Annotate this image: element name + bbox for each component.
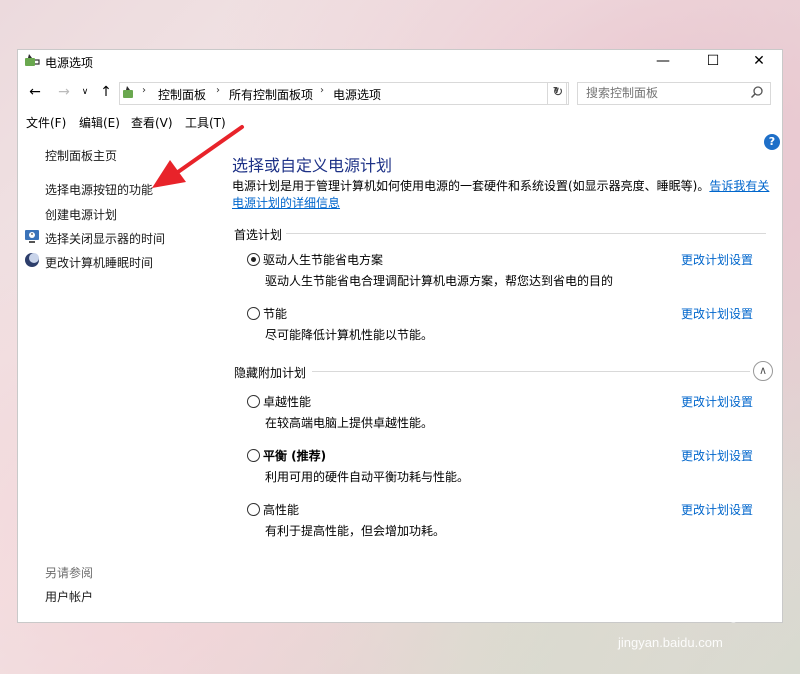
see-also-user-accounts[interactable]: 用户帐户: [45, 588, 93, 605]
change-plan-settings-link[interactable]: 更改计划设置: [681, 501, 753, 518]
plan-name[interactable]: 节能: [263, 305, 287, 322]
plan-radio-power-saver[interactable]: [247, 307, 260, 320]
sidebar-link-display-off[interactable]: 选择关闭显示器的时间: [45, 230, 165, 247]
preferred-plans-title: 首选计划: [234, 228, 283, 242]
breadcrumb-control-panel[interactable]: 控制面板: [158, 86, 206, 103]
navigation-bar: ← → ∨ ↑ › 控制面板 › 所有控制面板项 › 电源选项 ∨ ↻: [18, 80, 782, 106]
plan-description: 在较高端电脑上提供卓越性能。: [265, 416, 434, 430]
group-divider: [312, 371, 750, 372]
breadcrumb-all-items[interactable]: 所有控制面板项: [229, 86, 313, 103]
watermark-cn: 经验: [706, 602, 751, 627]
back-button[interactable]: ←: [26, 83, 44, 101]
plan-description: 有利于提高性能，但会增加功耗。: [265, 524, 446, 538]
help-icon[interactable]: ?: [764, 134, 780, 150]
page-heading: 选择或自定义电源计划: [232, 156, 393, 175]
sidebar-link-power-button[interactable]: 选择电源按钮的功能: [45, 181, 153, 198]
hidden-plans-title: 隐藏附加计划: [234, 366, 307, 380]
change-plan-settings-link[interactable]: 更改计划设置: [681, 447, 753, 464]
refresh-button[interactable]: ↻: [547, 82, 569, 105]
plan-description: 利用可用的硬件自动平衡功耗与性能。: [265, 470, 470, 484]
menu-bar: 文件(F) 编辑(E) 查看(V) 工具(T): [18, 112, 782, 132]
menu-file[interactable]: 文件(F): [26, 114, 66, 131]
plan-radio-ultimate-performance[interactable]: [247, 395, 260, 408]
see-also-label: 另请参阅: [45, 566, 94, 580]
change-plan-settings-link[interactable]: 更改计划设置: [681, 251, 753, 268]
plan-description: 尽可能降低计算机性能以节能。: [265, 328, 434, 342]
sidebar-link-create-plan[interactable]: 创建电源计划: [45, 206, 117, 223]
plan-name[interactable]: 高性能: [263, 501, 299, 518]
group-divider: [286, 233, 766, 234]
baidu-watermark: Baidu 经验 jingyan.baidu.com: [612, 588, 792, 658]
search-input[interactable]: [578, 83, 746, 102]
plan-radio-balanced[interactable]: [247, 449, 260, 462]
plan-description: 驱动人生节能省电合理调配计算机电源方案，帮您达到省电的目的: [265, 274, 614, 288]
collapse-chevron-icon[interactable]: ∧: [753, 361, 773, 381]
breadcrumb-power-options[interactable]: 电源选项: [333, 86, 381, 103]
title-bar[interactable]: 电源选项 — ☐ ✕: [18, 50, 782, 74]
control-panel-icon: [123, 86, 133, 98]
recent-locations-button[interactable]: ∨: [76, 83, 94, 101]
menu-tools[interactable]: 工具(T): [185, 114, 226, 131]
search-icon[interactable]: [750, 85, 764, 99]
breadcrumb-separator: ›: [320, 85, 324, 96]
plan-name[interactable]: 卓越性能: [263, 393, 311, 410]
watermark-logo: Baidu: [612, 588, 702, 626]
up-button[interactable]: ↑: [97, 83, 115, 101]
plan-name[interactable]: 驱动人生节能省电方案: [263, 251, 383, 268]
maximize-button[interactable]: ☐: [690, 50, 736, 74]
menu-view[interactable]: 查看(V): [131, 114, 173, 131]
plan-radio-driver-saver[interactable]: [247, 253, 260, 266]
sidebar-link-sleep-time[interactable]: 更改计算机睡眠时间: [45, 254, 153, 271]
window-title: 电源选项: [45, 56, 94, 70]
plan-name[interactable]: 平衡 (推荐): [263, 447, 326, 464]
breadcrumb-separator: ›: [142, 85, 146, 96]
breadcrumb-separator: ›: [216, 85, 220, 96]
watermark-url: jingyan.baidu.com: [618, 635, 723, 650]
description-text: 电源计划是用于管理计算机如何使用电源的一套硬件和系统设置(如显示器亮度、睡眠等)…: [232, 179, 710, 193]
change-plan-settings-link[interactable]: 更改计划设置: [681, 305, 753, 322]
power-options-icon: [25, 54, 40, 66]
page-description: 电源计划是用于管理计算机如何使用电源的一套硬件和系统设置(如显示器亮度、睡眠等)…: [232, 178, 772, 212]
forward-button[interactable]: →: [55, 83, 73, 101]
plan-radio-high-performance[interactable]: [247, 503, 260, 516]
address-bar[interactable]: › 控制面板 › 所有控制面板项 › 电源选项 ∨: [119, 82, 567, 105]
display-timer-icon: [25, 230, 39, 243]
menu-edit[interactable]: 编辑(E): [79, 114, 120, 131]
power-options-window: 电源选项 — ☐ ✕ ← → ∨ ↑ › 控制面板 › 所有控制面板项 › 电源…: [18, 50, 782, 622]
search-box[interactable]: [577, 82, 771, 105]
sidebar-link-control-panel-home[interactable]: 控制面板主页: [45, 147, 117, 164]
close-button[interactable]: ✕: [736, 50, 782, 74]
sleep-moon-icon: [25, 253, 39, 267]
minimize-button[interactable]: —: [640, 50, 686, 74]
change-plan-settings-link[interactable]: 更改计划设置: [681, 393, 753, 410]
